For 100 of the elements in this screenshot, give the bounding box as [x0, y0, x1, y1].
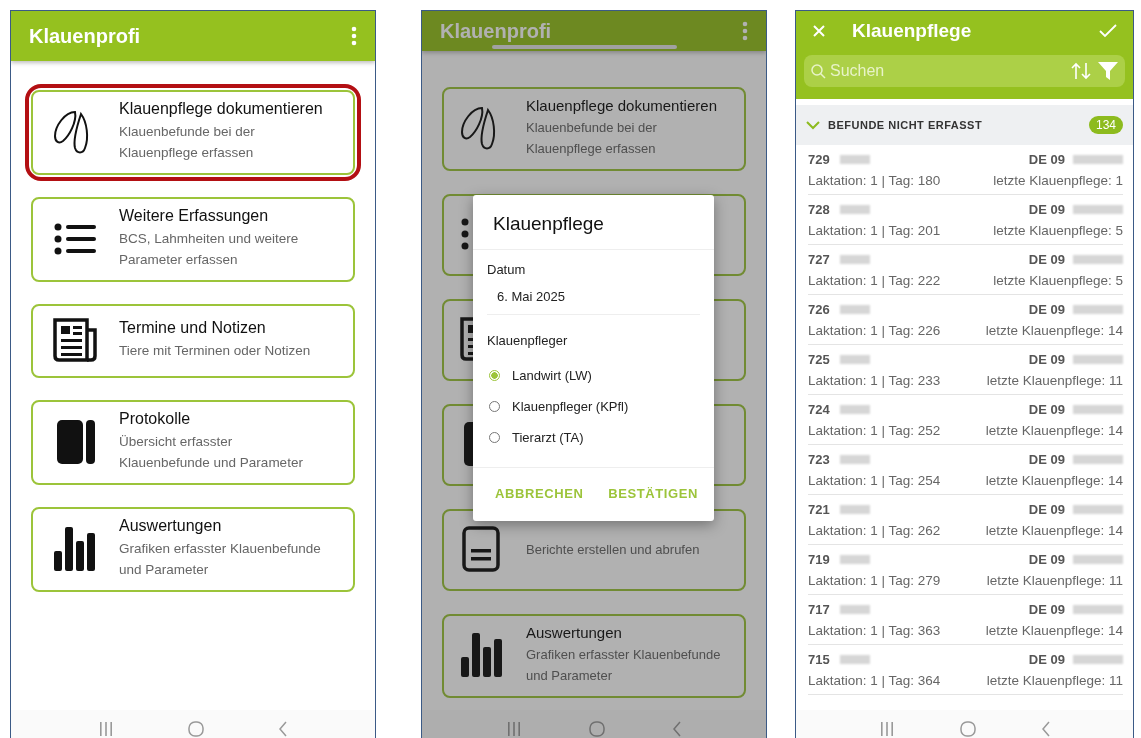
card-title: Auswertungen [119, 517, 223, 535]
ear-tag-prefix: DE 09 [1028, 652, 1065, 667]
filter-icon[interactable] [1097, 61, 1119, 81]
blurred-ear-tag [1073, 355, 1123, 364]
last-care-info: letzte Klauenpflege: 1 [993, 173, 1123, 188]
lactation-info: Laktation: 1 | Tag: 262 [808, 523, 941, 538]
search-field[interactable]: Suchen [804, 55, 1125, 87]
ear-tag-prefix: DE 09 [1028, 452, 1065, 467]
list-row[interactable]: 728 DE 09 Laktation: 1 | Tag: 201 letzte Klauenpflege: 5 [808, 195, 1123, 245]
list-row[interactable]: 715 DE 09 Laktation: 1 | Tag: 364 letzte Klauenpflege: 11 [808, 645, 1123, 695]
ear-tag-prefix: DE 09 [1028, 302, 1065, 317]
card-subtitle: Klauenbefunde bei der Klauenpflege erfassen [119, 123, 256, 162]
lactation-info: Laktation: 1 | Tag: 279 [808, 573, 941, 588]
list-row[interactable]: 725 DE 09 Laktation: 1 | Tag: 233 letzte Klauenpflege: 11 [808, 345, 1123, 395]
home-icon[interactable] [188, 721, 204, 737]
animal-number: 717 [808, 602, 830, 617]
last-care-info: letzte Klauenpflege: 14 [985, 523, 1123, 538]
menu-card[interactable]: Klauenpflege dokumentieren Klauenbefunde bei der Klauenpflege erfassen [31, 90, 355, 175]
card-subtitle: Tiere mit Terminen oder Notizen [119, 342, 311, 360]
last-care-info: letzte Klauenpflege: 11 [986, 373, 1123, 388]
blurred-ear-tag [1073, 605, 1123, 614]
home-icon[interactable] [589, 721, 605, 737]
animal-number: 728 [808, 202, 830, 217]
blurred-ear-tag [1073, 455, 1123, 464]
option-label: Klauenpfleger (KPfl) [512, 399, 629, 414]
animal-number: 719 [808, 552, 830, 567]
list-row[interactable]: 717 DE 09 Laktation: 1 | Tag: 363 letzte Klauenpflege: 14 [808, 595, 1123, 645]
lactation-info: Laktation: 1 | Tag: 254 [808, 473, 941, 488]
lactation-info: Laktation: 1 | Tag: 226 [808, 323, 941, 338]
blurred-name [839, 355, 870, 364]
card-title: Termine und Notizen [119, 319, 267, 337]
list-row[interactable]: 729 DE 09 Laktation: 1 | Tag: 180 letzte Klauenpflege: 1 [808, 145, 1123, 195]
menu-card[interactable]: Auswertungen Grafiken erfasster Klauenbefunde und Parameter [442, 614, 746, 698]
blurred-ear-tag [1073, 255, 1123, 264]
lactation-info: Laktation: 1 | Tag: 363 [808, 623, 941, 638]
card-subtitle: Grafiken erfasster Klauenbefunde und Parameter [526, 646, 721, 685]
app-title: Klauenprofi [29, 24, 141, 48]
last-care-info: letzte Klauenpflege: 14 [985, 473, 1123, 488]
animal-number: 724 [808, 402, 830, 417]
section-header[interactable]: BEFUNDE NICHT ERFASST 134 [796, 105, 1133, 145]
home-icon[interactable] [959, 721, 976, 737]
recent-apps-icon[interactable] [878, 722, 895, 736]
back-icon[interactable] [1040, 721, 1051, 737]
date-field[interactable]: 6. Mai 2025 [487, 289, 700, 315]
blurred-ear-tag [1073, 155, 1123, 164]
card-subtitle: Grafiken erfasster Klauenbefunde und Parameter [119, 540, 321, 579]
last-care-info: letzte Klauenpflege: 11 [986, 573, 1123, 588]
lactation-info: Laktation: 1 | Tag: 364 [808, 673, 941, 688]
card-title: Weitere Erfassungen [119, 207, 270, 225]
menu-card[interactable]: Termine und Notizen Tiere mit Terminen oder Notizen [31, 304, 355, 378]
blurred-name [839, 205, 870, 214]
app-title: Klauenprofi [440, 19, 552, 43]
list-row[interactable]: 724 DE 09 Laktation: 1 | Tag: 252 letzte Klauenpflege: 14 [808, 395, 1123, 445]
lactation-info: Laktation: 1 | Tag: 252 [808, 423, 941, 438]
more-options-icon[interactable] [351, 26, 357, 46]
blurred-ear-tag [1073, 655, 1123, 664]
blurred-name [839, 455, 870, 464]
animal-number: 723 [808, 452, 830, 467]
sort-icon[interactable] [1071, 62, 1091, 80]
ear-tag-prefix: DE 09 [1028, 152, 1065, 167]
blurred-ear-tag [1073, 205, 1123, 214]
back-icon[interactable] [672, 721, 683, 737]
menu-card[interactable]: Weitere Erfassungen BCS, Lahmheiten und weitere Parameter erfassen [31, 197, 355, 282]
card-subtitle: Berichte erstellen und abrufen [526, 540, 700, 559]
search-icon [810, 63, 826, 79]
count-badge: 134 [1088, 116, 1123, 134]
recent-apps-icon[interactable] [505, 722, 522, 736]
animal-number: 721 [808, 502, 830, 517]
search-input[interactable]: Suchen [828, 61, 1065, 81]
ear-tag-prefix: DE 09 [1028, 552, 1065, 567]
more-options-icon[interactable] [742, 21, 748, 41]
last-care-info: letzte Klauenpflege: 11 [986, 673, 1123, 688]
ear-tag-prefix: DE 09 [1028, 352, 1065, 367]
animal-number: 727 [808, 252, 830, 267]
group-label: Klauenpfleger [487, 333, 569, 348]
lactation-info: Laktation: 1 | Tag: 180 [808, 173, 941, 188]
list-row[interactable]: 727 DE 09 Laktation: 1 | Tag: 222 letzte Klauenpflege: 5 [808, 245, 1123, 295]
newspaper-icon [51, 316, 99, 364]
ear-tag-prefix: DE 09 [1028, 252, 1065, 267]
lactation-info: Laktation: 1 | Tag: 233 [808, 373, 941, 388]
recent-apps-icon[interactable] [98, 722, 114, 736]
list-row[interactable]: 721 DE 09 Laktation: 1 | Tag: 262 letzte Klauenpflege: 14 [808, 495, 1123, 545]
screen-title: Klauenpflege [852, 20, 972, 42]
lactation-info: Laktation: 1 | Tag: 222 [808, 273, 941, 288]
back-icon[interactable] [278, 721, 288, 737]
option-label: Tierarzt (TA) [512, 430, 584, 445]
menu-card[interactable]: Auswertungen Grafiken erfasster Klauenbefunde und Parameter [31, 507, 355, 592]
lactation-info: Laktation: 1 | Tag: 201 [808, 223, 941, 238]
blurred-ear-tag [1073, 405, 1123, 414]
radio-button[interactable] [489, 370, 500, 381]
close-icon[interactable] [812, 24, 826, 38]
check-icon[interactable] [1099, 24, 1117, 38]
last-care-info: letzte Klauenpflege: 14 [985, 423, 1123, 438]
list-row[interactable]: 726 DE 09 Laktation: 1 | Tag: 226 letzte Klauenpflege: 14 [808, 295, 1123, 345]
menu-card[interactable]: Klauenpflege dokumentieren Klauenbefunde bei der Klauenpflege erfassen [442, 87, 746, 171]
blurred-name [839, 305, 870, 314]
blurred-name [839, 255, 870, 264]
menu-card[interactable]: Protokolle Übersicht erfasster Klauenbefunde und Parameter [31, 400, 355, 485]
list-row[interactable]: 719 DE 09 Laktation: 1 | Tag: 279 letzte Klauenpflege: 11 [808, 545, 1123, 595]
list-row[interactable]: 723 DE 09 Laktation: 1 | Tag: 254 letzte Klauenpflege: 14 [808, 445, 1123, 495]
